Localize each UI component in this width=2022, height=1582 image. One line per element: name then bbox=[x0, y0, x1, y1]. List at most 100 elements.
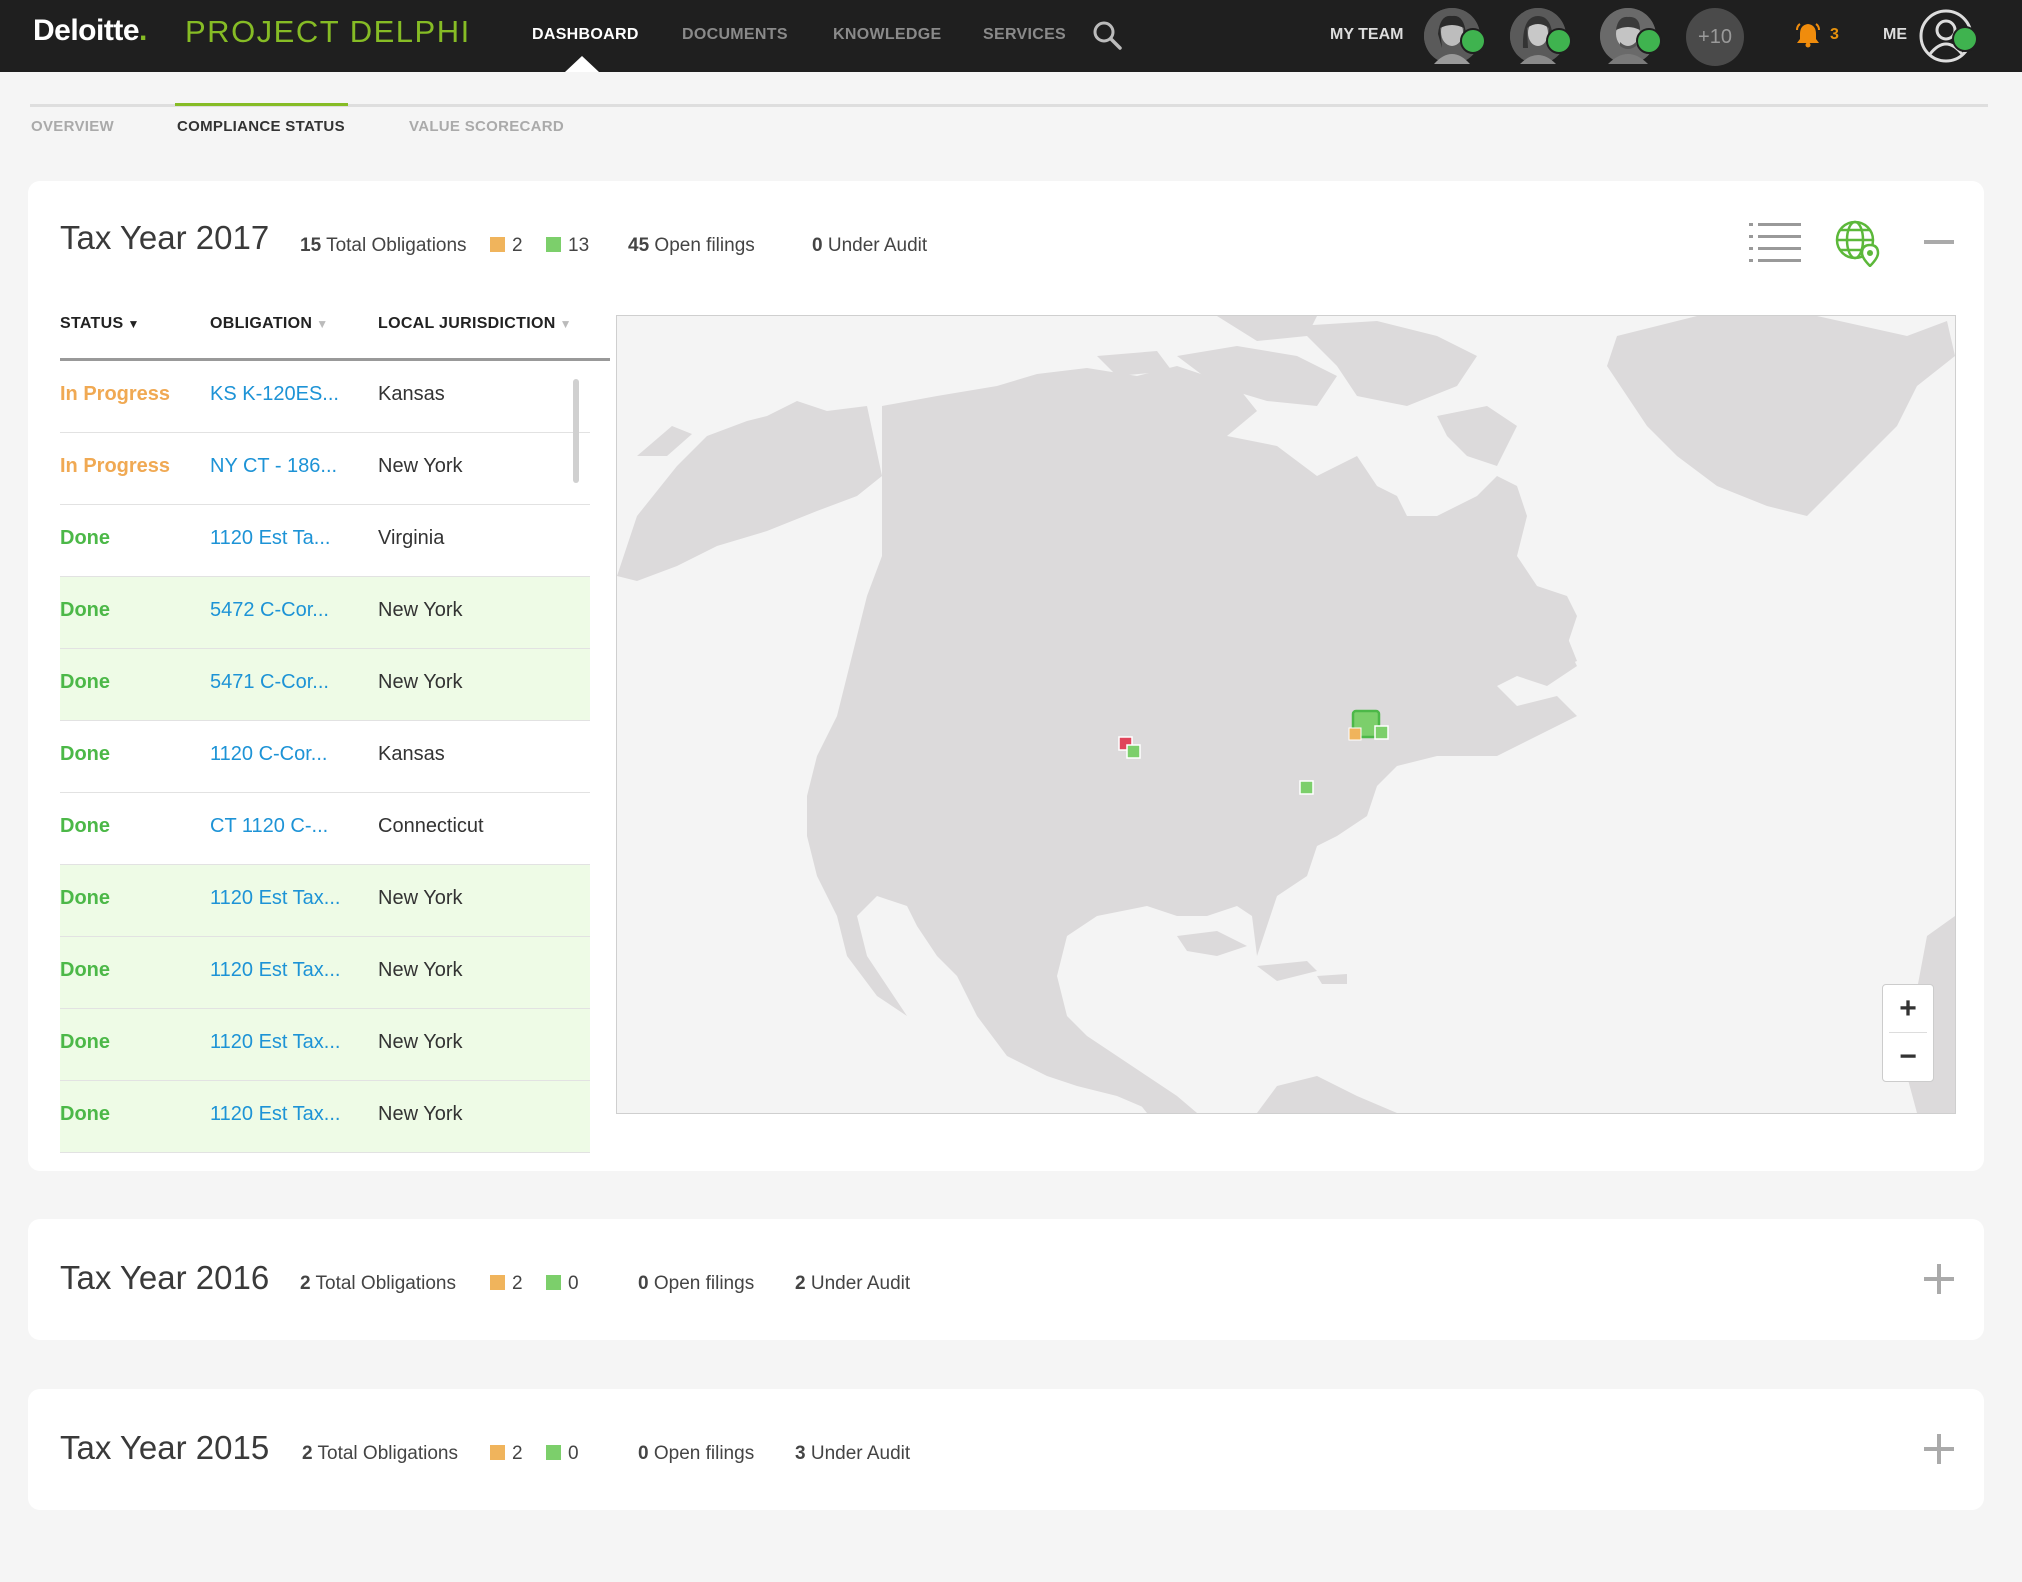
nav-knowledge[interactable]: KNOWLEDGE bbox=[833, 26, 941, 44]
tax-year-card-2015[interactable]: Tax Year 2015 2 Total Obligations 2 0 0 … bbox=[28, 1389, 1984, 1510]
card-title: Tax Year 2016 bbox=[60, 1259, 270, 1296]
status-cell: Done bbox=[60, 527, 110, 549]
jurisdiction-cell: Kansas bbox=[378, 743, 445, 765]
table-row[interactable]: In Progress NY CT - 186... New York bbox=[60, 433, 590, 505]
orange-square-icon bbox=[490, 1445, 505, 1460]
project-title[interactable]: PROJECT DELPHI bbox=[185, 14, 471, 50]
orange-square-icon bbox=[490, 1275, 505, 1290]
jurisdiction-cell: Connecticut bbox=[378, 815, 484, 837]
active-subtab-indicator bbox=[175, 103, 348, 106]
status-cell: Done bbox=[60, 671, 110, 693]
obligation-link[interactable]: 1120 Est Tax... bbox=[210, 1031, 340, 1054]
obligation-link[interactable]: 1120 Est Ta... bbox=[210, 527, 330, 550]
jurisdiction-map[interactable]: + − bbox=[616, 315, 1956, 1114]
team-more-button[interactable]: +10 bbox=[1686, 8, 1744, 66]
open-filings: 0 Open filings bbox=[638, 1273, 755, 1294]
expand-icon[interactable] bbox=[1924, 1434, 1954, 1464]
under-audit: 0 Under Audit bbox=[812, 235, 928, 256]
online-check-icon bbox=[1952, 26, 1978, 52]
jurisdiction-cell: Kansas bbox=[378, 383, 445, 405]
north-america-map bbox=[617, 316, 1955, 1113]
jurisdiction-cell: New York bbox=[378, 671, 463, 693]
table-row[interactable]: Done 5471 C-Cor... New York bbox=[60, 649, 590, 721]
tax-year-card-2016[interactable]: Tax Year 2016 2 Total Obligations 2 0 0 … bbox=[28, 1219, 1984, 1340]
green-count: 0 bbox=[546, 1273, 579, 1295]
status-cell: In Progress bbox=[60, 383, 171, 405]
bell-icon[interactable] bbox=[1795, 22, 1821, 48]
table-row[interactable]: In Progress KS K-120ES... Kansas bbox=[60, 361, 590, 433]
table-row[interactable]: Done 5472 C-Cor... New York bbox=[60, 577, 590, 649]
sort-icon: ▼ bbox=[316, 317, 329, 331]
nav-dashboard[interactable]: DASHBOARD bbox=[532, 26, 639, 44]
online-check-icon bbox=[1636, 28, 1662, 54]
card-title: Tax Year 2015 bbox=[60, 1429, 270, 1466]
obligation-link[interactable]: 5472 C-Cor... bbox=[210, 599, 329, 622]
map-marker-new-york[interactable] bbox=[1348, 727, 1362, 741]
jurisdiction-cell: New York bbox=[378, 455, 463, 477]
nav-services[interactable]: SERVICES bbox=[983, 26, 1066, 44]
jurisdiction-cell: New York bbox=[378, 1103, 463, 1125]
tab-overview[interactable]: OVERVIEW bbox=[31, 118, 114, 135]
column-header-status[interactable]: STATUS ▼ bbox=[60, 315, 140, 333]
obligation-link[interactable]: 1120 Est Tax... bbox=[210, 887, 340, 910]
status-cell: Done bbox=[60, 887, 110, 909]
expand-icon[interactable] bbox=[1924, 1264, 1954, 1294]
obligation-link[interactable]: NY CT - 186... bbox=[210, 455, 337, 478]
green-square-icon bbox=[546, 1445, 561, 1460]
status-cell: Done bbox=[60, 1031, 110, 1053]
team-avatar-1[interactable] bbox=[1424, 8, 1486, 64]
collapse-icon[interactable] bbox=[1924, 240, 1954, 244]
obligation-link[interactable]: CT 1120 C-... bbox=[210, 815, 328, 838]
brand-logo[interactable]: Deloitte. bbox=[33, 14, 147, 48]
orange-square-icon bbox=[490, 237, 505, 252]
green-square-icon bbox=[546, 237, 561, 252]
obligation-link[interactable]: KS K-120ES... bbox=[210, 383, 339, 406]
zoom-out-button[interactable]: − bbox=[1883, 1033, 1933, 1081]
status-cell: Done bbox=[60, 815, 110, 837]
tax-year-card-2017: Tax Year 2017 15 Total Obligations 2 13 … bbox=[28, 181, 1984, 1171]
table-row[interactable]: Done 1120 Est Ta... Virginia bbox=[60, 505, 590, 577]
list-view-icon[interactable] bbox=[1749, 219, 1801, 263]
green-count: 0 bbox=[546, 1443, 579, 1465]
map-view-icon[interactable] bbox=[1834, 219, 1882, 267]
table-scrollbar[interactable] bbox=[573, 379, 579, 483]
map-marker-virginia[interactable] bbox=[1299, 780, 1314, 795]
jurisdiction-cell: New York bbox=[378, 959, 463, 981]
search-icon[interactable] bbox=[1092, 20, 1122, 50]
table-row[interactable]: Done CT 1120 C-... Connecticut bbox=[60, 793, 590, 865]
table-row[interactable]: Done 1120 Est Tax... New York bbox=[60, 1081, 590, 1153]
tab-compliance-status[interactable]: COMPLIANCE STATUS bbox=[177, 118, 345, 135]
me-label: ME bbox=[1883, 26, 1907, 43]
map-marker-kansas[interactable] bbox=[1126, 744, 1141, 759]
table-row[interactable]: Done 1120 C-Cor... Kansas bbox=[60, 721, 590, 793]
status-cell: Done bbox=[60, 959, 110, 981]
sort-icon: ▼ bbox=[559, 317, 572, 331]
brand-name: Deloitte bbox=[33, 14, 140, 47]
online-check-icon bbox=[1460, 28, 1486, 54]
green-count: 13 bbox=[546, 235, 589, 257]
table-row[interactable]: Done 1120 Est Tax... New York bbox=[60, 937, 590, 1009]
tab-value-scorecard[interactable]: VALUE SCORECARD bbox=[409, 118, 564, 135]
obligation-link[interactable]: 1120 C-Cor... bbox=[210, 743, 327, 766]
sort-down-icon: ▼ bbox=[127, 317, 140, 331]
nav-documents[interactable]: DOCUMENTS bbox=[682, 26, 788, 44]
orange-count: 2 bbox=[490, 235, 523, 257]
table-row[interactable]: Done 1120 Est Tax... New York bbox=[60, 865, 590, 937]
table-row[interactable]: Done 1120 Est Tax... New York bbox=[60, 1009, 590, 1081]
open-filings: 45 Open filings bbox=[628, 235, 755, 256]
team-avatar-3[interactable] bbox=[1600, 8, 1662, 64]
card-title: Tax Year 2017 bbox=[60, 219, 270, 256]
zoom-in-button[interactable]: + bbox=[1883, 985, 1933, 1033]
me-avatar[interactable] bbox=[1918, 8, 1978, 64]
map-marker-connecticut[interactable] bbox=[1374, 725, 1389, 740]
jurisdiction-cell: New York bbox=[378, 1031, 463, 1053]
orange-count: 2 bbox=[490, 1273, 523, 1295]
obligation-link[interactable]: 1120 Est Tax... bbox=[210, 959, 340, 982]
total-obligations: 2 Total Obligations bbox=[302, 1443, 458, 1464]
column-header-obligation[interactable]: OBLIGATION ▼ bbox=[210, 315, 328, 333]
obligation-link[interactable]: 1120 Est Tax... bbox=[210, 1103, 340, 1126]
team-avatar-2[interactable] bbox=[1510, 8, 1572, 64]
column-header-jurisdiction[interactable]: LOCAL JURISDICTION ▼ bbox=[378, 315, 572, 333]
online-check-icon bbox=[1546, 28, 1572, 54]
obligation-link[interactable]: 5471 C-Cor... bbox=[210, 671, 329, 694]
